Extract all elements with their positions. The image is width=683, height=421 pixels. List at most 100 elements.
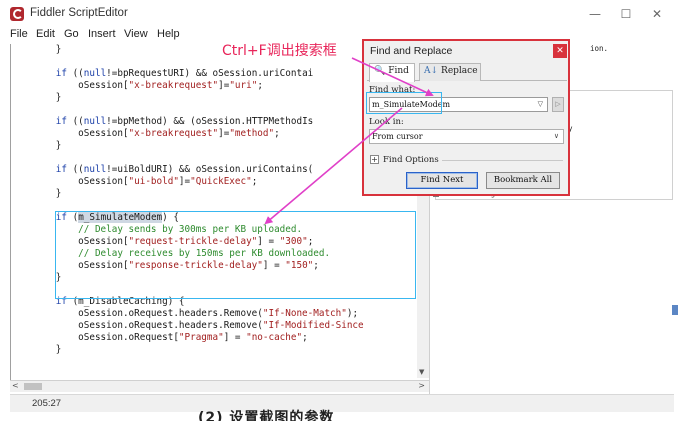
- code-token: ]=: [218, 80, 230, 91]
- code-token: }: [11, 272, 62, 283]
- panel-edge-marker: [672, 305, 678, 315]
- scroll-thumb[interactable]: [24, 383, 42, 390]
- code-token: }: [11, 188, 62, 199]
- code-token: ((: [66, 68, 84, 79]
- code-line: }: [11, 344, 62, 356]
- tab-find-label: Find: [388, 66, 409, 76]
- replace-icon: A↓: [424, 66, 439, 76]
- close-button[interactable]: ✕: [642, 2, 672, 26]
- code-token: }: [11, 140, 62, 151]
- scroll-right-arrow-icon[interactable]: >: [418, 381, 425, 390]
- status-bar: 205:27: [10, 394, 674, 412]
- code-token: ;: [257, 80, 263, 91]
- menu-bar: File Edit Go Insert View Help: [0, 27, 683, 45]
- scroll-left-arrow-icon[interactable]: <: [12, 381, 19, 390]
- annotation-label: Ctrl+F调出搜索框: [222, 43, 337, 59]
- chevron-down-icon[interactable]: ▽: [538, 98, 543, 111]
- code-line: oSession["x-breakrequest"]="uri";: [11, 80, 263, 92]
- options-divider: [442, 160, 563, 161]
- look-in-select[interactable]: From cursor ∨: [369, 129, 564, 144]
- code-token: null: [83, 68, 107, 79]
- code-token: );: [346, 308, 359, 319]
- code-token: ]=: [178, 176, 191, 187]
- code-line: oSession["ui-bold"]="QuickExec";: [11, 176, 257, 188]
- code-token: "x-breakrequest": [128, 80, 219, 91]
- code-token: oSession.oRequest.headers.Remove(: [11, 308, 263, 319]
- menu-view[interactable]: View: [124, 28, 148, 40]
- menu-insert[interactable]: Insert: [88, 28, 116, 40]
- code-token: if: [55, 68, 67, 79]
- find-next-button[interactable]: Find Next: [406, 172, 478, 189]
- code-line: }: [11, 140, 62, 152]
- code-token: "ui-bold": [128, 176, 179, 187]
- code-line: }: [11, 92, 62, 104]
- code-token: "x-breakrequest": [128, 128, 219, 139]
- code-token: oSession[: [11, 80, 129, 91]
- minimize-button[interactable]: —: [580, 2, 610, 26]
- code-token: ]=: [218, 128, 230, 139]
- dialog-close-icon[interactable]: ✕: [553, 44, 567, 58]
- code-token: ] =: [223, 332, 247, 343]
- code-highlight-box: [55, 211, 416, 299]
- expand-plus-icon[interactable]: +: [370, 155, 379, 164]
- code-token: null: [83, 164, 107, 175]
- find-input-highlight-box: [366, 92, 442, 114]
- code-line: if ((null!=uiBoldURI) && oSession.uriCon…: [11, 164, 314, 176]
- tab-replace[interactable]: A↓ Replace: [419, 63, 481, 81]
- code-token: oSession.oRequest.headers.Remove(: [11, 320, 263, 331]
- dialog-title: Find and Replace: [370, 45, 453, 57]
- code-token: "no-cache": [246, 332, 303, 343]
- dialog-tabs: 🔍 Find A↓ Replace: [367, 63, 567, 82]
- code-token: if: [55, 116, 67, 127]
- code-line: }: [11, 44, 62, 56]
- code-line: oSession.oRequest.headers.Remove("If-Mod…: [11, 320, 364, 332]
- code-token: "uri": [229, 80, 258, 91]
- code-token: ;: [302, 332, 308, 343]
- menu-go[interactable]: Go: [64, 28, 79, 40]
- code-token: !=bpRequestURI) && oSession.uriContai: [106, 68, 314, 79]
- code-token: oSession.oRequest[: [11, 332, 179, 343]
- window-title: Fiddler ScriptEditor: [30, 7, 128, 19]
- code-token: "QuickExec": [190, 176, 252, 187]
- menu-help[interactable]: Help: [157, 28, 180, 40]
- tab-replace-label: Replace: [441, 66, 478, 76]
- cursor-position: 205:27: [32, 398, 62, 409]
- code-token: if: [55, 164, 67, 175]
- maximize-button[interactable]: ☐: [611, 2, 641, 26]
- menu-edit[interactable]: Edit: [36, 28, 55, 40]
- code-token: }: [11, 44, 62, 55]
- code-token: ((: [66, 164, 84, 175]
- tab-find[interactable]: 🔍 Find: [369, 63, 415, 82]
- code-token: ;: [251, 176, 258, 187]
- code-line: oSession.oRequest["Pragma"] = "no-cache"…: [11, 332, 308, 344]
- title-bar: Fiddler ScriptEditor — ☐ ✕: [0, 0, 683, 28]
- figure-caption: (2) 设置截图的参数: [198, 410, 335, 421]
- chevron-down-icon[interactable]: ∨: [554, 130, 559, 143]
- code-token: oSession[: [11, 176, 129, 187]
- code-line: }: [11, 188, 62, 200]
- scroll-down-arrow-icon[interactable]: ▼: [419, 368, 424, 376]
- find-options-label[interactable]: Find Options: [383, 155, 439, 165]
- code-token: "If-None-Match": [262, 308, 347, 319]
- panel-text-fragment: ion.: [590, 44, 609, 53]
- code-token: }: [11, 344, 62, 355]
- bookmark-all-button[interactable]: Bookmark All: [486, 172, 560, 189]
- code-line: if ((null!=bpRequestURI) && oSession.uri…: [11, 68, 314, 80]
- look-in-value: From cursor: [372, 132, 423, 141]
- code-token: "Pragma": [178, 332, 224, 343]
- code-token: !=uiBoldURI) && oSession.uriContains(: [106, 164, 314, 175]
- find-expression-button[interactable]: ▷: [552, 97, 564, 112]
- code-token: ((: [66, 116, 84, 127]
- editor-horizontal-scrollbar[interactable]: < >: [10, 380, 429, 392]
- fiddler-app-icon: [10, 7, 24, 21]
- menu-file[interactable]: File: [10, 28, 28, 40]
- code-token: oSession[: [11, 128, 129, 139]
- code-token: }: [11, 92, 62, 103]
- code-token: "method": [229, 128, 275, 139]
- code-token: "If-Modified-Since: [262, 320, 364, 331]
